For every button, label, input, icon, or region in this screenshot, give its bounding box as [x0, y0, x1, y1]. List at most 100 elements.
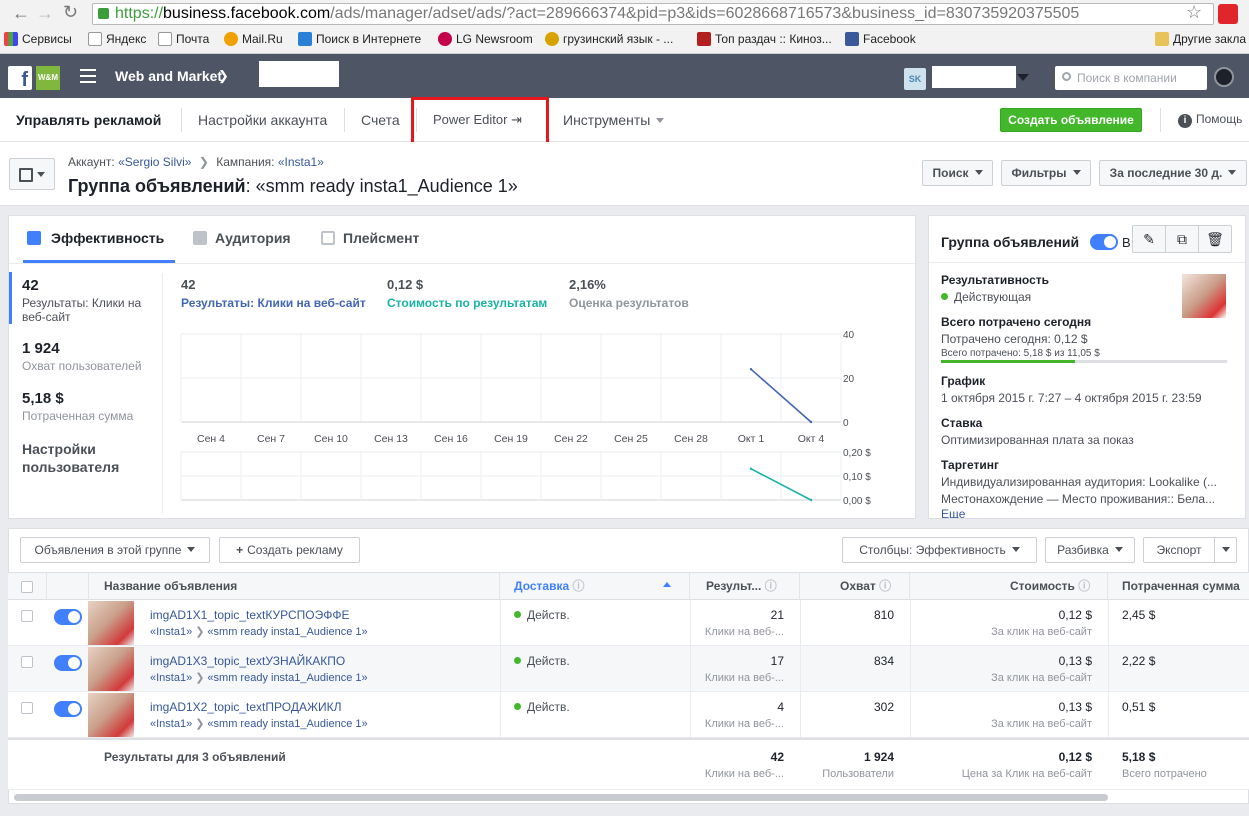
avatar[interactable]: SK [904, 68, 926, 90]
account-selector[interactable] [932, 66, 1016, 88]
business-title[interactable]: Web and Market [115, 68, 222, 84]
ad-name-link[interactable]: imgAD1X2_topic_textПРОДАЖИКЛ [150, 700, 342, 714]
y-tick-label: 40 [843, 330, 855, 341]
chevron-down-icon [1221, 547, 1230, 552]
delivery-status: Действ. [514, 700, 570, 714]
edit-button[interactable]: ✎ [1132, 225, 1166, 253]
horizontal-scrollbar[interactable] [14, 794, 1108, 801]
bookmark-other[interactable]: Другие закла [1155, 30, 1246, 48]
forward-icon[interactable]: → [36, 3, 54, 24]
tab-account-settings[interactable]: Настройки аккаунта [198, 98, 327, 142]
menu-icon[interactable] [80, 69, 96, 83]
pencil-icon: ✎ [1143, 231, 1155, 247]
column-header-spent[interactable]: Потраченная сумма [1108, 573, 1249, 601]
date-range-button[interactable]: За последние 30 д. [1099, 160, 1247, 186]
facebook-icon [845, 32, 859, 46]
export-menu-button[interactable] [1214, 537, 1237, 563]
create-ad-table-button[interactable]: + Создать рекламу [219, 537, 360, 563]
ad-name-link[interactable]: imgAD1X1_topic_textКУРСПОЭФФЕ [150, 608, 350, 622]
chevron-down-icon [1228, 170, 1237, 175]
column-header-delivery[interactable]: Доставка ⓘ [500, 573, 690, 601]
more-link[interactable]: Еще [941, 507, 965, 518]
tab-placement[interactable]: Плейсмент [321, 230, 419, 246]
reload-icon[interactable]: ↻ [63, 2, 78, 23]
row-checkbox[interactable] [21, 610, 33, 622]
column-header-name[interactable]: Название объявления [104, 573, 500, 601]
star-icon[interactable]: ☆ [1186, 2, 1202, 23]
delete-button[interactable]: 🗑 [1198, 225, 1232, 253]
view-toggle-button[interactable] [9, 158, 55, 190]
globe-icon[interactable] [1214, 67, 1234, 87]
ad-thumbnail[interactable] [1182, 274, 1226, 318]
bookmark-facebook[interactable]: Facebook [845, 30, 916, 48]
adset-status-toggle[interactable] [1090, 234, 1118, 250]
ad-breadcrumb: «Insta1» ❯ «smm ready insta1_Audience 1» [150, 672, 368, 684]
duplicate-button[interactable]: ⧉ [1165, 225, 1199, 253]
main-navigation: Управлять рекламой Настройки аккаунта Сч… [0, 98, 1249, 142]
bookmark-kinozal[interactable]: Топ раздач :: Киноз... [697, 30, 832, 48]
select-all-checkbox[interactable] [21, 581, 33, 593]
table-row[interactable]: imgAD1X1_topic_textКУРСПОЭФФЕ «Insta1» ❯ «s… [8, 600, 1249, 646]
top-stat-relevance[interactable]: 2,16% Оценка результатов [569, 277, 689, 310]
business-logo[interactable]: W&M [36, 66, 60, 90]
top-stat-cost[interactable]: 0,12 $ Стоимость по результатам [387, 277, 547, 310]
search-button[interactable]: Поиск [922, 160, 993, 186]
breakdown-dropdown[interactable]: Разбивка [1045, 537, 1135, 563]
top-stat-results[interactable]: 42 Результаты: Клики на веб-сайт [181, 277, 366, 310]
row-checkbox[interactable] [21, 702, 33, 714]
create-ad-button[interactable]: Создать объявление [1000, 108, 1142, 132]
ad-thumbnail[interactable] [88, 693, 134, 737]
ad-status-toggle[interactable] [54, 701, 82, 717]
page-icon [158, 32, 172, 46]
column-header-reach[interactable]: Охват ⓘ [800, 573, 910, 601]
users-icon [193, 231, 207, 245]
custom-settings-link[interactable]: Настройки пользователя [22, 440, 132, 476]
company-search-input[interactable]: Поиск в компании [1055, 66, 1207, 90]
apps-icon[interactable]: Сервисы [4, 30, 72, 48]
ad-thumbnail[interactable] [88, 601, 134, 645]
columns-dropdown[interactable]: Столбцы: Эффективность [842, 537, 1037, 563]
ad-thumbnail[interactable] [88, 647, 134, 691]
tab-billing[interactable]: Счета [361, 98, 400, 142]
bookmark-search[interactable]: Поиск в Интернете [298, 30, 421, 48]
stat-reach[interactable]: 1 924 Охват пользователей [22, 340, 152, 373]
bookmark-mail[interactable]: Почта [158, 30, 209, 48]
help-link[interactable]: i Помощь [1178, 112, 1242, 128]
kinozal-icon [697, 32, 711, 46]
row-checkbox[interactable] [21, 656, 33, 668]
info-icon: ⓘ [572, 579, 585, 593]
breadcrumb-campaign[interactable]: «Insta1» [278, 155, 324, 169]
column-header-cost[interactable]: Стоимость ⓘ [910, 573, 1108, 601]
back-icon[interactable]: ← [12, 3, 30, 24]
stat-spent[interactable]: 5,18 $ Потраченная сумма [22, 390, 152, 423]
status-dot [514, 703, 521, 710]
tab-performance[interactable]: Эффективность [27, 230, 164, 246]
ads-in-group-dropdown[interactable]: Объявления в этой группе [20, 537, 210, 563]
tab-tools[interactable]: Инструменты [563, 98, 665, 142]
y-tick-label: 0 [843, 418, 849, 429]
filters-button[interactable]: Фильтры [1001, 160, 1091, 186]
extension-icon[interactable] [1218, 4, 1238, 24]
ad-name-link[interactable]: imgAD1X3_topic_textУЗНАЙКАКПО [150, 654, 345, 668]
stat-results[interactable]: 42 Результаты: Клики на веб-сайт [22, 277, 152, 324]
results-cell: 4 Клики на веб-... [704, 700, 784, 730]
chevron-down-icon[interactable] [1017, 74, 1029, 81]
lg-icon [438, 32, 452, 46]
bookmark-mailru[interactable]: Mail.Ru [224, 30, 283, 48]
ad-status-toggle[interactable] [54, 609, 82, 625]
tab-audience[interactable]: Аудитория [193, 230, 291, 246]
facebook-logo-icon[interactable]: f [8, 66, 32, 91]
bookmark-georgian[interactable]: грузинский язык - ... [545, 30, 673, 48]
table-row[interactable]: imgAD1X2_topic_textПРОДАЖИКЛ «Insta1» ❯ «sm… [8, 692, 1249, 738]
x-tick-label: Сен 4 [197, 433, 225, 445]
breadcrumb-account[interactable]: «Sergio Silvi» [118, 155, 191, 169]
tab-manage-ads[interactable]: Управлять рекламой [16, 98, 161, 142]
y-tick-label: 0,10 $ [843, 472, 871, 483]
ad-status-toggle[interactable] [54, 655, 82, 671]
bookmark-yandex[interactable]: Яндекс [88, 30, 146, 48]
column-header-results[interactable]: Результ... ⓘ [690, 573, 800, 601]
export-button[interactable]: Экспорт [1143, 537, 1215, 563]
bookmark-lg[interactable]: LG Newsroom [438, 30, 533, 48]
table-row[interactable]: imgAD1X3_topic_textУЗНАЙКАКПО «Insta1» ❯ «s… [8, 646, 1249, 692]
address-bar[interactable]: https://business.facebook.com/ads/manage… [92, 3, 1214, 25]
